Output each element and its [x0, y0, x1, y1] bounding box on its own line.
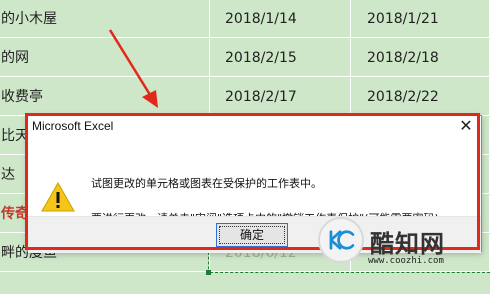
cell-start-date[interactable]: 2018/2/15	[210, 39, 351, 77]
close-button[interactable]: ✕	[457, 117, 475, 135]
watermark-url: www.coozhi.com	[368, 256, 444, 266]
watermark-brand: 酷知网	[370, 230, 445, 258]
cell-start-date[interactable]: 2018/1/14	[210, 0, 351, 38]
cell-end-date[interactable]: 2018/1/21	[351, 0, 490, 38]
warning-icon	[41, 182, 75, 212]
cell-name[interactable]: 的小木屋	[0, 0, 210, 38]
dialog-titlebar[interactable]: Microsoft Excel ✕	[28, 116, 481, 138]
cell-end-date[interactable]: 2018/2/18	[351, 39, 490, 77]
table-row: 的网 2018/2/15 2018/2/18	[0, 39, 490, 77]
table-row: 收费亭 2018/2/17 2018/2/22	[0, 78, 490, 116]
ok-button[interactable]: 确定	[216, 223, 288, 247]
cell-name[interactable]: 的网	[0, 39, 210, 77]
cell-end-date[interactable]: 2018/2/22	[351, 78, 490, 116]
watermark-logo-icon	[318, 217, 364, 263]
dialog-title: Microsoft Excel	[32, 119, 114, 133]
fill-handle[interactable]	[206, 270, 211, 275]
watermark: 酷知网 www.coozhi.com	[318, 212, 490, 294]
dialog-message: 试图更改的单元格或图表在受保护的工作表中。	[91, 177, 322, 190]
cell-name[interactable]: 收费亭	[0, 78, 210, 116]
cell-start-date[interactable]: 2018/2/17	[210, 78, 351, 116]
table-row: 的小木屋 2018/1/14 2018/1/21	[0, 0, 490, 38]
